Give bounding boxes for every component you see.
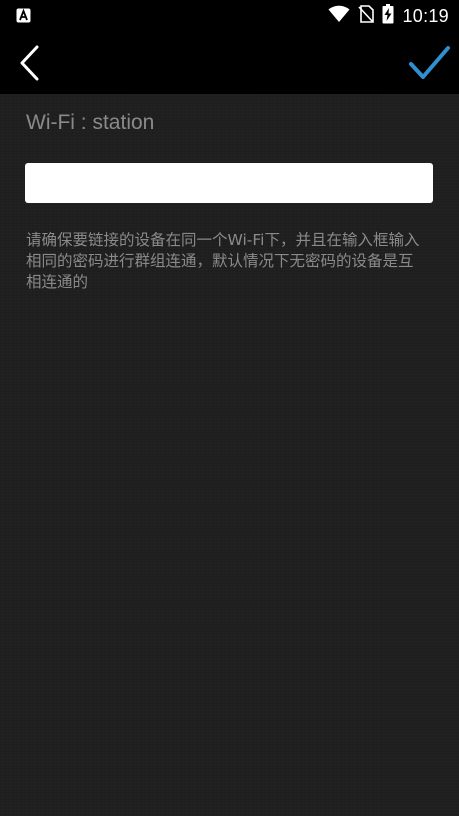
checkmark-icon — [409, 46, 450, 79]
back-button[interactable] — [10, 42, 50, 84]
app-bar — [0, 32, 459, 94]
battery-charging-icon — [382, 4, 394, 28]
app-screen: 10:19 Wi-Fi : station 请确保要链接的设备在同一个Wi-Fi… — [0, 0, 459, 816]
status-time: 10:19 — [402, 5, 449, 26]
confirm-button[interactable] — [407, 42, 451, 84]
wifi-icon — [328, 5, 350, 27]
status-icons: 10:19 — [328, 4, 449, 28]
network-label: Wi-Fi : station — [26, 111, 155, 134]
group-password-input[interactable] — [25, 163, 433, 203]
notification-a-icon — [16, 8, 31, 23]
status-bar: 10:19 — [0, 0, 459, 32]
no-sim-icon — [358, 5, 375, 27]
hint-text: 请确保要链接的设备在同一个Wi-Fi下，并且在输入框输入相同的密码进行群组连通，… — [26, 231, 420, 291]
chevron-left-icon — [20, 45, 39, 81]
